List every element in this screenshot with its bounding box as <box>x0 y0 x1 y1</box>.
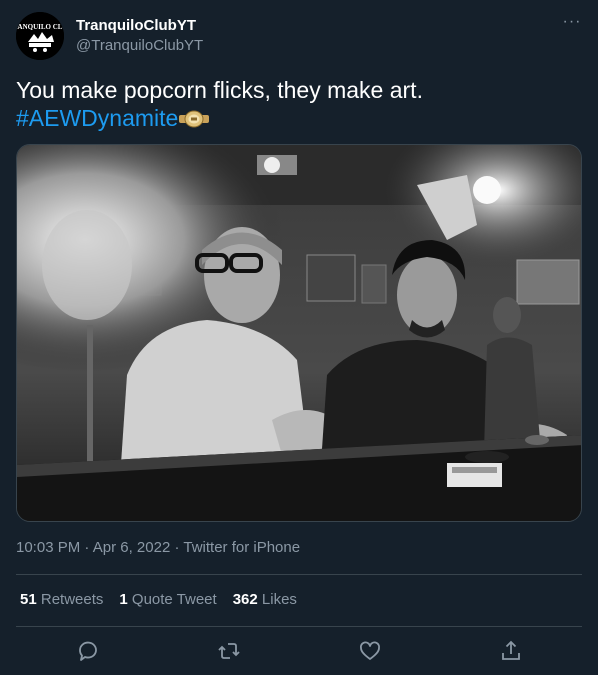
tweet-date[interactable]: Apr 6, 2022 <box>93 539 171 556</box>
tweet-text-line: You make popcorn flicks, they make art. <box>16 77 423 103</box>
heart-icon[interactable] <box>358 639 382 663</box>
quote-tweets-label: Quote Tweet <box>131 591 217 608</box>
quote-tweets-stat[interactable]: 1 Quote Tweet <box>119 590 216 610</box>
likes-count: 362 <box>232 591 258 608</box>
avatar-logo-text: TRANQUILO CLUB <box>16 23 64 31</box>
retweets-stat[interactable]: 51 Retweets <box>20 590 103 610</box>
more-options-icon[interactable]: ··· <box>562 14 582 34</box>
likes-stat[interactable]: 362 Likes <box>233 590 297 610</box>
reply-icon[interactable] <box>76 639 100 663</box>
user-handle[interactable]: @TranquiloClubYT <box>76 36 203 56</box>
tweet-header: TRANQUILO CLUB TranquiloClubYT @Tranquil… <box>16 12 582 60</box>
tweet-metadata: 10:03 PM · Apr 6, 2022 · Twitter for iPh… <box>16 538 300 558</box>
tweet-time[interactable]: 10:03 PM <box>16 539 80 556</box>
avatar[interactable]: TRANQUILO CLUB <box>16 12 64 60</box>
display-name[interactable]: TranquiloClubYT <box>76 16 203 36</box>
retweets-count: 51 <box>20 591 37 608</box>
user-info: TranquiloClubYT @TranquiloClubYT <box>76 16 203 56</box>
tweet-stats: 51 Retweets 1 Quote Tweet 362 Likes <box>20 590 313 610</box>
tweet: TRANQUILO CLUB TranquiloClubYT @Tranquil… <box>0 0 598 675</box>
quote-tweets-count: 1 <box>119 591 128 608</box>
divider <box>16 626 582 627</box>
tweet-source[interactable]: Twitter for iPhone <box>183 539 300 556</box>
championship-belt-icon <box>179 110 210 128</box>
tweet-actions <box>16 634 582 670</box>
meta-separator: · <box>80 539 93 556</box>
retweet-icon[interactable] <box>217 639 241 663</box>
divider <box>16 574 582 575</box>
retweets-label: Retweets <box>40 591 104 608</box>
hashtag-link[interactable]: #AEWDynamite <box>16 105 178 131</box>
share-icon[interactable] <box>499 639 523 663</box>
tweet-photo[interactable] <box>16 144 582 522</box>
meta-separator: · <box>170 539 184 556</box>
likes-label: Likes <box>261 591 297 608</box>
tweet-text: You make popcorn flicks, they make art. … <box>16 76 582 132</box>
